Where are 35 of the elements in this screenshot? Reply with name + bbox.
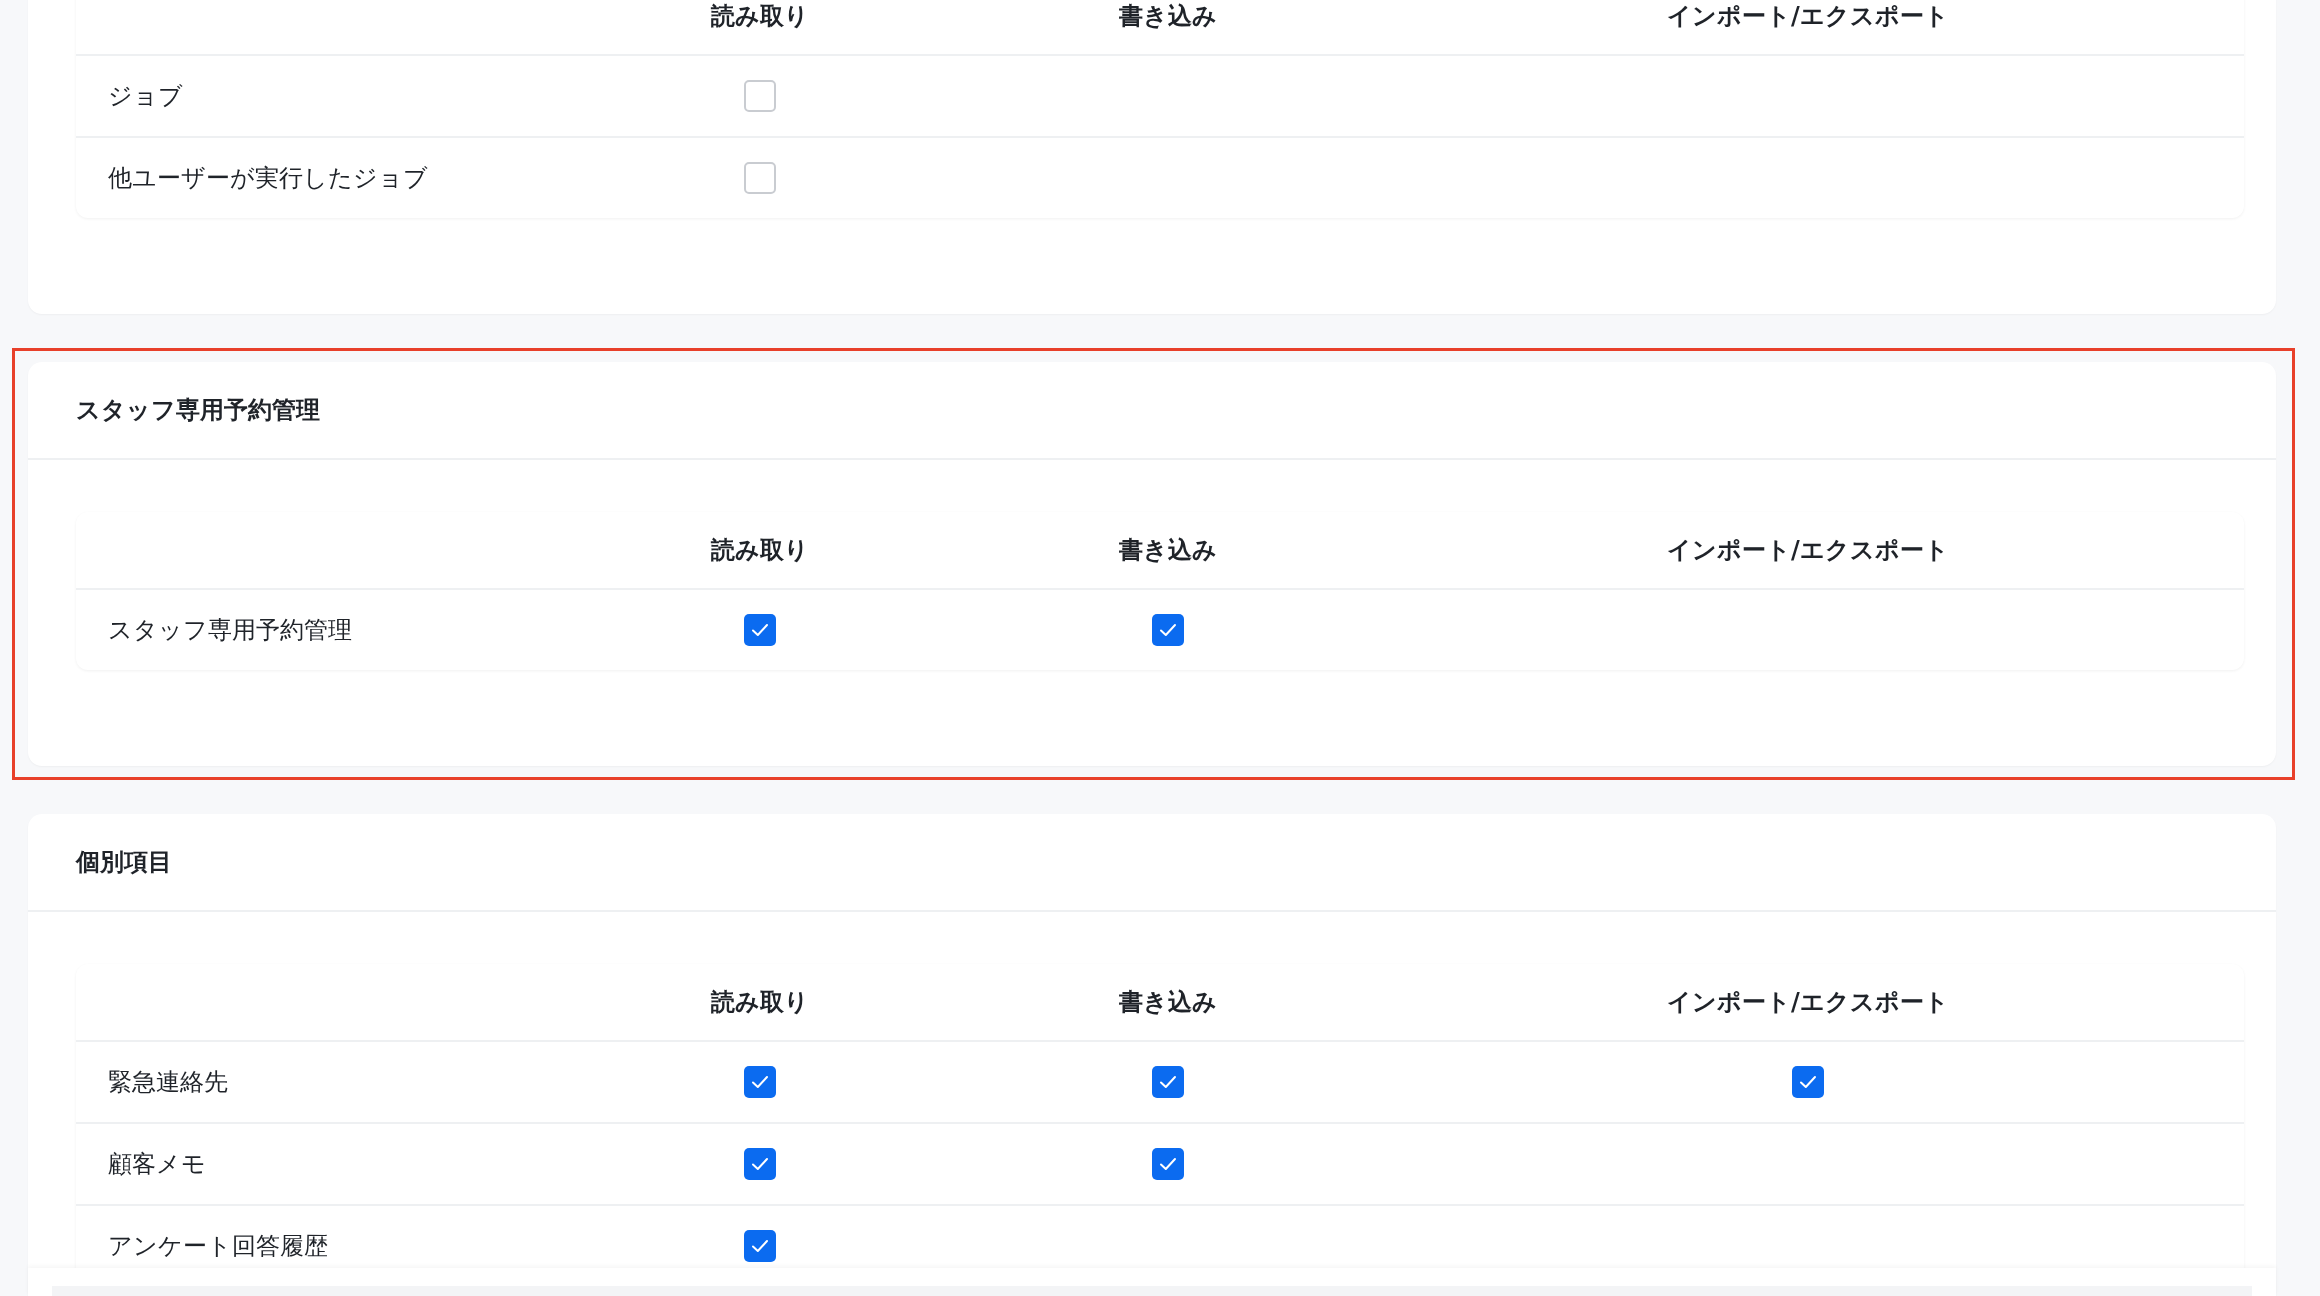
row-label: 顧客メモ: [107, 1149, 207, 1180]
column-header: 読み取り: [710, 535, 810, 566]
checkbox[interactable]: [744, 614, 776, 646]
check-icon: [751, 623, 769, 637]
section-title: スタッフ専用予約管理: [76, 395, 320, 426]
column-header: 読み取り: [710, 987, 810, 1018]
checkbox[interactable]: [1792, 1066, 1824, 1098]
checkbox[interactable]: [744, 1230, 776, 1262]
checkbox[interactable]: [1152, 1066, 1184, 1098]
check-icon: [751, 1157, 769, 1171]
checkbox[interactable]: [1152, 1148, 1184, 1180]
row-label: 緊急連絡先: [107, 1067, 229, 1098]
row-label: 他ユーザーが実行したジョブ: [107, 163, 429, 194]
checkbox[interactable]: [744, 80, 776, 112]
column-header: インポート/エクスポート: [1666, 1, 1950, 32]
checkbox[interactable]: [744, 1148, 776, 1180]
column-header: インポート/エクスポート: [1666, 987, 1950, 1018]
checkbox[interactable]: [744, 1066, 776, 1098]
column-header: 書き込み: [1118, 535, 1218, 566]
checkbox[interactable]: [744, 162, 776, 194]
check-icon: [1159, 1075, 1177, 1089]
column-header: 書き込み: [1118, 987, 1218, 1018]
check-icon: [751, 1239, 769, 1253]
row-label: アンケート回答履歴: [107, 1231, 329, 1262]
column-header: 書き込み: [1118, 1, 1218, 32]
section-title: 個別項目: [76, 847, 172, 878]
check-icon: [1799, 1075, 1817, 1089]
row-label: ジョブ: [107, 81, 184, 112]
column-header: インポート/エクスポート: [1666, 535, 1950, 566]
check-icon: [1159, 623, 1177, 637]
checkbox[interactable]: [1152, 614, 1184, 646]
check-icon: [751, 1075, 769, 1089]
row-label: スタッフ専用予約管理: [107, 615, 353, 646]
column-header: 読み取り: [710, 1, 810, 32]
check-icon: [1159, 1157, 1177, 1171]
